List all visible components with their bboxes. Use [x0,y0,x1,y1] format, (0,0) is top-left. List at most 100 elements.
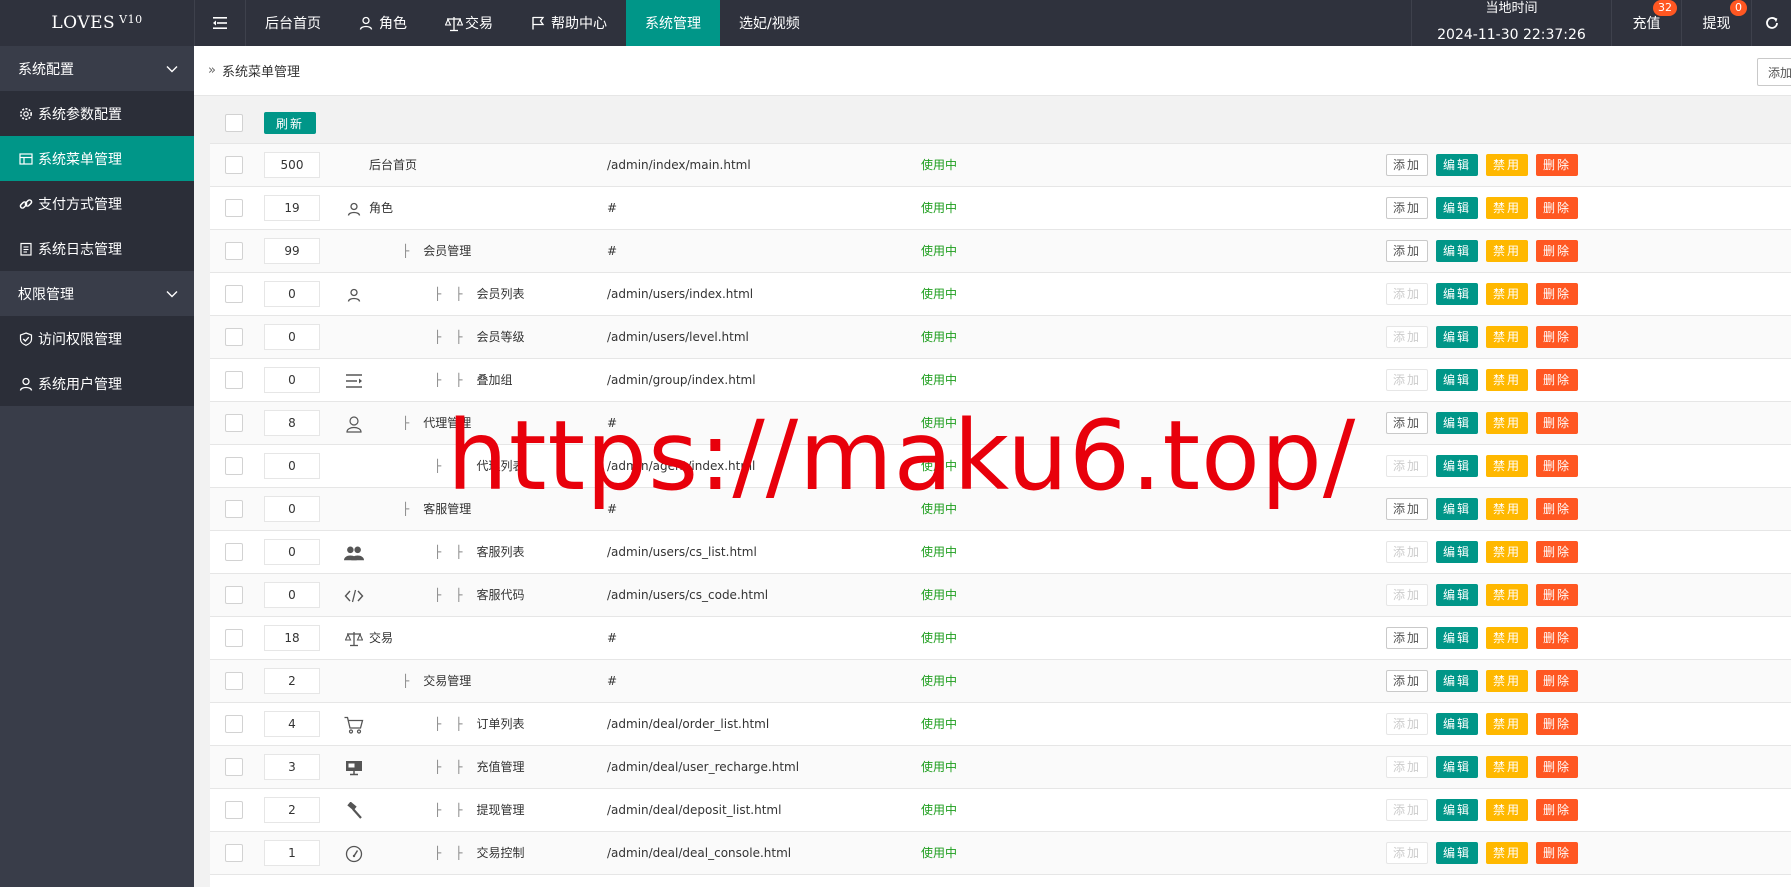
disable-button[interactable]: 禁用 [1486,197,1529,219]
sidebar-item[interactable]: 访问权限管理 [0,316,194,361]
delete-button[interactable]: 删除 [1536,197,1579,219]
add-button[interactable]: 添加 [1386,498,1429,520]
edit-button[interactable]: 编辑 [1436,154,1479,176]
row-checkbox[interactable] [225,586,243,604]
sort-input[interactable]: 18 [264,625,320,651]
add-button[interactable]: 添加 [1386,627,1429,649]
disable-button[interactable]: 禁用 [1486,713,1529,735]
delete-button[interactable]: 删除 [1536,412,1579,434]
edit-button[interactable]: 编辑 [1436,455,1479,477]
row-checkbox[interactable] [225,371,243,389]
delete-button[interactable]: 删除 [1536,670,1579,692]
sort-input[interactable]: 0 [264,367,320,393]
sort-input[interactable]: 3 [264,754,320,780]
sidebar-item[interactable]: 系统日志管理 [0,226,194,271]
delete-button[interactable]: 删除 [1536,541,1579,563]
row-checkbox[interactable] [225,629,243,647]
row-checkbox[interactable] [225,242,243,260]
delete-button[interactable]: 删除 [1536,713,1579,735]
disable-button[interactable]: 禁用 [1486,498,1529,520]
row-checkbox[interactable] [225,414,243,432]
sort-input[interactable]: 0 [264,582,320,608]
row-checkbox[interactable] [225,328,243,346]
row-checkbox[interactable] [225,672,243,690]
disable-button[interactable]: 禁用 [1486,455,1529,477]
sidebar-item[interactable]: 系统用户管理 [0,361,194,406]
delete-button[interactable]: 删除 [1536,154,1579,176]
disable-button[interactable]: 禁用 [1486,627,1529,649]
edit-button[interactable]: 编辑 [1436,627,1479,649]
withdraw-button[interactable]: 提现 0 [1681,0,1751,46]
delete-button[interactable]: 删除 [1536,799,1579,821]
row-checkbox[interactable] [225,844,243,862]
delete-button[interactable]: 删除 [1536,756,1579,778]
top-nav-item[interactable]: 后台首页 [246,0,340,46]
row-checkbox[interactable] [225,285,243,303]
edit-button[interactable]: 编辑 [1436,369,1479,391]
sidebar-toggle-button[interactable] [194,0,246,46]
delete-button[interactable]: 删除 [1536,842,1579,864]
row-checkbox[interactable] [225,156,243,174]
disable-button[interactable]: 禁用 [1486,326,1529,348]
row-checkbox[interactable] [225,801,243,819]
sort-input[interactable]: 500 [264,152,320,178]
edit-button[interactable]: 编辑 [1436,197,1479,219]
sort-input[interactable]: 0 [264,281,320,307]
delete-button[interactable]: 删除 [1536,498,1579,520]
delete-button[interactable]: 删除 [1536,240,1579,262]
top-nav-item[interactable]: 角色 [340,0,426,46]
top-nav-item[interactable]: 系统管理 [626,0,720,46]
sort-input[interactable]: 0 [264,324,320,350]
add-button[interactable]: 添加 [1386,240,1429,262]
top-nav-item[interactable]: 帮助中心 [512,0,626,46]
top-nav-item[interactable]: 选妃/视频 [720,0,819,46]
page-refresh-button[interactable] [1751,0,1791,46]
disable-button[interactable]: 禁用 [1486,369,1529,391]
add-button[interactable]: 添加 [1386,197,1429,219]
disable-button[interactable]: 禁用 [1486,842,1529,864]
sort-input[interactable]: 4 [264,711,320,737]
edit-button[interactable]: 编辑 [1436,283,1479,305]
edit-button[interactable]: 编辑 [1436,240,1479,262]
row-checkbox[interactable] [225,457,243,475]
sidebar-group[interactable]: 系统配置 [0,46,194,91]
edit-button[interactable]: 编辑 [1436,713,1479,735]
disable-button[interactable]: 禁用 [1486,584,1529,606]
delete-button[interactable]: 删除 [1536,584,1579,606]
sort-input[interactable]: 99 [264,238,320,264]
recharge-button[interactable]: 充值 32 [1611,0,1681,46]
disable-button[interactable]: 禁用 [1486,283,1529,305]
sort-input[interactable]: 2 [264,668,320,694]
add-menu-button[interactable]: 添加菜 [1756,58,1791,86]
delete-button[interactable]: 删除 [1536,326,1579,348]
row-checkbox[interactable] [225,199,243,217]
refresh-sort-button[interactable]: 刷新 [264,112,317,134]
edit-button[interactable]: 编辑 [1436,326,1479,348]
add-button[interactable]: 添加 [1386,670,1429,692]
edit-button[interactable]: 编辑 [1436,498,1479,520]
row-checkbox[interactable] [225,543,243,561]
disable-button[interactable]: 禁用 [1486,799,1529,821]
edit-button[interactable]: 编辑 [1436,412,1479,434]
disable-button[interactable]: 禁用 [1486,240,1529,262]
disable-button[interactable]: 禁用 [1486,670,1529,692]
edit-button[interactable]: 编辑 [1436,541,1479,563]
row-checkbox[interactable] [225,715,243,733]
sort-input[interactable]: 2 [264,797,320,823]
delete-button[interactable]: 删除 [1536,455,1579,477]
add-button[interactable]: 添加 [1386,154,1429,176]
edit-button[interactable]: 编辑 [1436,670,1479,692]
delete-button[interactable]: 删除 [1536,283,1579,305]
row-checkbox[interactable] [225,758,243,776]
delete-button[interactable]: 删除 [1536,369,1579,391]
disable-button[interactable]: 禁用 [1486,541,1529,563]
disable-button[interactable]: 禁用 [1486,756,1529,778]
disable-button[interactable]: 禁用 [1486,154,1529,176]
disable-button[interactable]: 禁用 [1486,412,1529,434]
edit-button[interactable]: 编辑 [1436,584,1479,606]
sidebar-item[interactable]: 系统菜单管理 [0,136,194,181]
sort-input[interactable]: 19 [264,195,320,221]
delete-button[interactable]: 删除 [1536,627,1579,649]
sort-input[interactable]: 1 [264,840,320,866]
select-all-checkbox[interactable] [225,114,243,132]
